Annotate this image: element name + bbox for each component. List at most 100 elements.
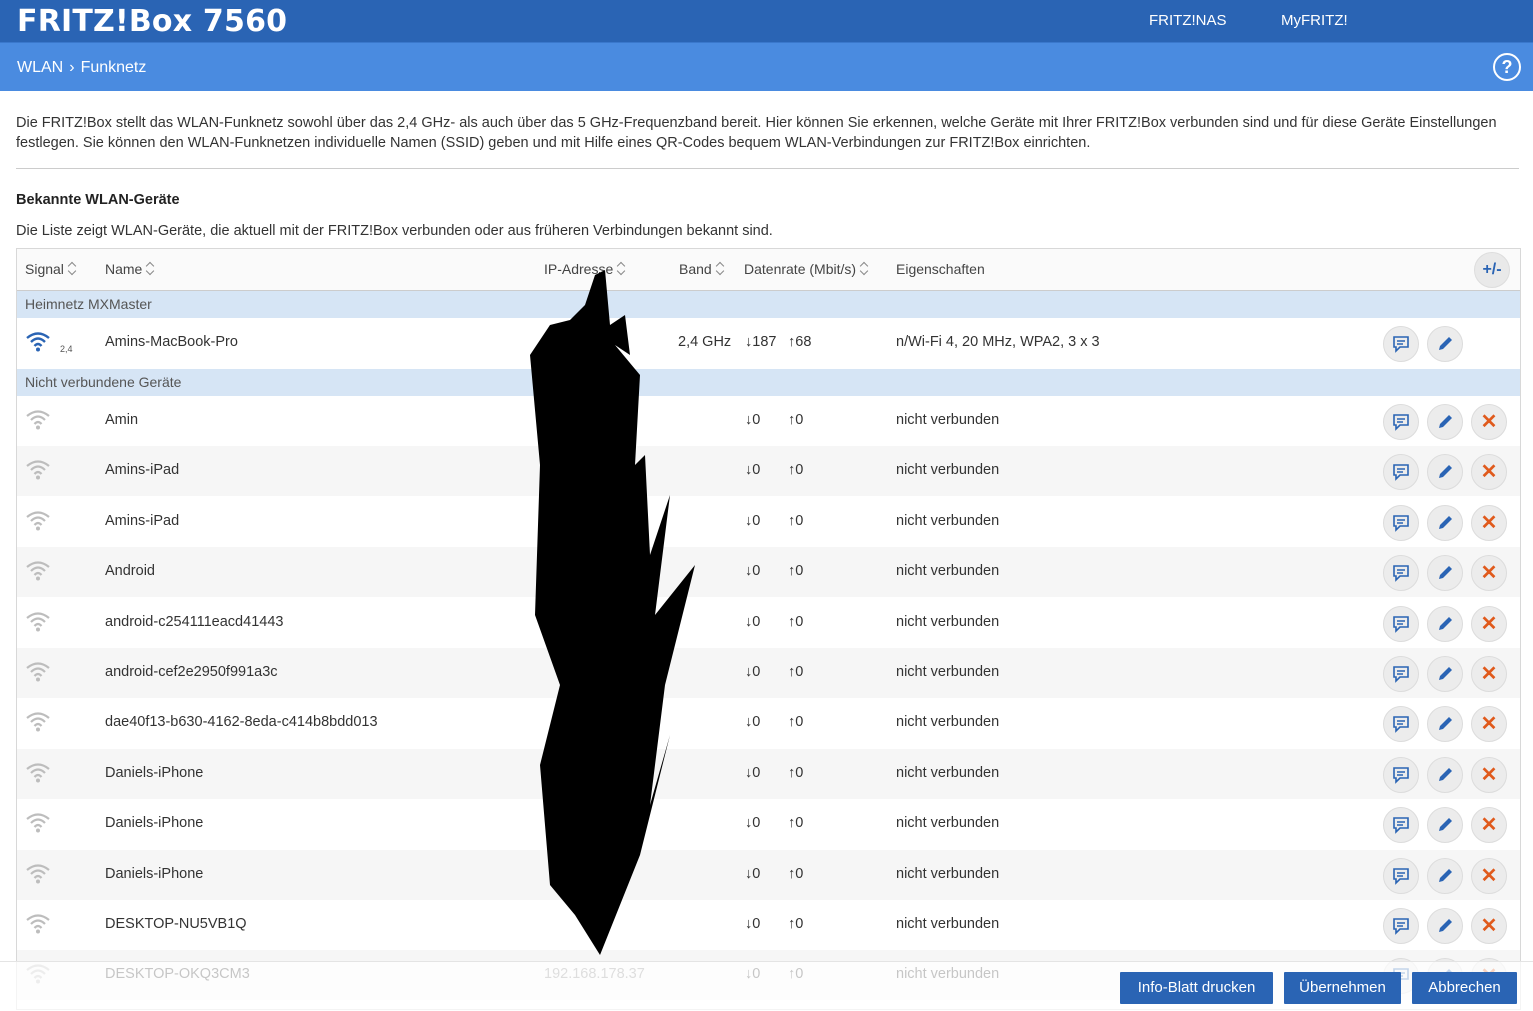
close-icon: ✕ bbox=[1480, 763, 1498, 786]
device-table: Signal Name IP-Adresse Band Datenrate (M… bbox=[16, 248, 1521, 1010]
device-properties: nicht verbunden bbox=[896, 412, 1000, 428]
breadcrumb-bar: WLAN › Funknetz ? bbox=[0, 42, 1533, 91]
edit-button[interactable] bbox=[1427, 555, 1463, 592]
edit-button[interactable] bbox=[1427, 326, 1463, 362]
delete-button[interactable]: ✕ bbox=[1471, 454, 1507, 491]
pencil-icon bbox=[1439, 465, 1452, 479]
col-signal-label: Signal bbox=[25, 261, 64, 277]
col-signal[interactable]: Signal bbox=[25, 261, 77, 277]
delete-button[interactable]: ✕ bbox=[1471, 807, 1507, 844]
close-icon: ✕ bbox=[1480, 562, 1498, 585]
edit-button[interactable] bbox=[1427, 857, 1463, 894]
device-properties: nicht verbunden bbox=[896, 664, 1000, 680]
device-name: Amin bbox=[105, 412, 139, 428]
rate-down: ↓0 bbox=[745, 412, 761, 428]
delete-button[interactable]: ✕ bbox=[1471, 706, 1507, 743]
table-row: Daniels-iPhone ↓0 ↑0 nicht verbunden ✕ bbox=[17, 748, 1520, 799]
details-button[interactable] bbox=[1383, 706, 1419, 743]
edit-button[interactable] bbox=[1427, 756, 1463, 793]
footer-bar: Info-Blatt drucken Übernehmen Abbrechen bbox=[0, 961, 1533, 1011]
delete-button[interactable]: ✕ bbox=[1471, 756, 1507, 793]
rate-up: ↑0 bbox=[788, 714, 804, 731]
edit-button[interactable] bbox=[1427, 404, 1463, 440]
details-button[interactable] bbox=[1383, 857, 1419, 894]
rate-up: ↑0 bbox=[788, 613, 804, 630]
delete-button[interactable]: ✕ bbox=[1471, 404, 1507, 440]
delete-button[interactable]: ✕ bbox=[1471, 555, 1507, 592]
rate-up: ↑0 bbox=[788, 462, 804, 479]
device-properties: nicht verbunden bbox=[896, 613, 1000, 630]
print-info-button[interactable]: Info-Blatt drucken bbox=[1120, 972, 1273, 1004]
details-button[interactable] bbox=[1383, 908, 1419, 944]
table-row: Daniels-iPhone ↓0 ↑0 nicht verbunden ✕ bbox=[17, 799, 1520, 849]
message-icon bbox=[1393, 414, 1409, 431]
redaction-scribble bbox=[530, 270, 695, 955]
details-button[interactable] bbox=[1383, 605, 1419, 642]
message-icon bbox=[1393, 514, 1409, 532]
edit-button[interactable] bbox=[1427, 504, 1463, 541]
wifi-off-icon bbox=[26, 561, 50, 581]
edit-button[interactable] bbox=[1427, 454, 1463, 491]
details-button[interactable] bbox=[1383, 404, 1419, 440]
device-name: Daniels-iPhone bbox=[105, 815, 204, 832]
device-properties: nicht verbunden bbox=[896, 462, 1000, 479]
rate-down: ↓0 bbox=[745, 512, 761, 529]
table-row: android-cef2e2950f991a3c ↓0 ↑0 nicht verbun… bbox=[17, 648, 1520, 698]
sort-icon bbox=[68, 262, 77, 276]
delete-button[interactable]: ✕ bbox=[1471, 656, 1507, 692]
device-name: DESKTOP-NU5VB1Q bbox=[105, 916, 247, 932]
sort-icon bbox=[860, 262, 869, 276]
delete-button[interactable]: ✕ bbox=[1471, 504, 1507, 541]
pencil-icon bbox=[1439, 717, 1452, 731]
breadcrumb-wlan[interactable]: WLAN bbox=[17, 59, 63, 77]
edit-button[interactable] bbox=[1427, 706, 1463, 743]
message-icon bbox=[1393, 716, 1409, 734]
cancel-button[interactable]: Abbrechen bbox=[1412, 972, 1517, 1004]
col-name[interactable]: Name bbox=[105, 261, 155, 277]
expand-columns-button[interactable]: +/- bbox=[1474, 252, 1510, 288]
edit-button[interactable] bbox=[1427, 908, 1463, 944]
apply-button[interactable]: Übernehmen bbox=[1284, 972, 1401, 1004]
delete-button[interactable]: ✕ bbox=[1471, 908, 1507, 944]
wifi-off-icon bbox=[26, 863, 50, 884]
rate-down: ↓0 bbox=[745, 764, 761, 781]
col-datarate[interactable]: Datenrate (Mbit/s) bbox=[744, 261, 869, 277]
details-button[interactable] bbox=[1383, 454, 1419, 491]
details-button[interactable] bbox=[1383, 326, 1419, 362]
details-button[interactable] bbox=[1383, 555, 1419, 592]
col-datarate-label: Datenrate (Mbit/s) bbox=[744, 261, 857, 277]
rate-up: ↑0 bbox=[788, 865, 804, 882]
details-button[interactable] bbox=[1383, 504, 1419, 541]
edit-button[interactable] bbox=[1427, 656, 1463, 692]
table-row: 2,4 Amins-MacBook-Pro 2,4 GHz ↓187 ↑68 n… bbox=[17, 318, 1520, 368]
edit-button[interactable] bbox=[1427, 605, 1463, 642]
rate-up: ↑0 bbox=[788, 412, 804, 428]
pencil-icon bbox=[1439, 566, 1452, 580]
device-name: Amins-iPad bbox=[105, 462, 180, 479]
rate-up: ↑0 bbox=[788, 563, 804, 580]
wifi-off-icon bbox=[26, 611, 50, 632]
myfritz-link[interactable]: MyFRITZ! bbox=[1281, 12, 1348, 29]
message-icon bbox=[1393, 615, 1409, 633]
delete-button[interactable]: ✕ bbox=[1471, 857, 1507, 894]
intro-text: Die FRITZ!Box stellt das WLAN-Funknetz s… bbox=[16, 115, 1497, 151]
details-button[interactable] bbox=[1383, 656, 1419, 692]
close-icon: ✕ bbox=[1480, 411, 1498, 433]
wifi-off-icon bbox=[26, 662, 50, 682]
details-button[interactable] bbox=[1383, 756, 1419, 793]
rate-down: ↓0 bbox=[745, 815, 761, 832]
device-name: Daniels-iPhone bbox=[105, 865, 204, 882]
wifi-off-icon bbox=[26, 460, 50, 480]
close-icon: ✕ bbox=[1480, 663, 1498, 685]
device-properties: nicht verbunden bbox=[896, 815, 1000, 832]
pencil-icon bbox=[1439, 818, 1452, 832]
delete-button[interactable]: ✕ bbox=[1471, 605, 1507, 642]
plus-minus-icon: +/- bbox=[1482, 261, 1502, 278]
edit-button[interactable] bbox=[1427, 807, 1463, 844]
rate-down: ↓0 bbox=[745, 563, 761, 580]
help-icon[interactable]: ? bbox=[1493, 53, 1521, 81]
fritznas-link[interactable]: FRITZ!NAS bbox=[1149, 12, 1227, 29]
device-properties: nicht verbunden bbox=[896, 916, 1000, 932]
details-button[interactable] bbox=[1383, 807, 1419, 844]
message-icon bbox=[1393, 336, 1409, 353]
